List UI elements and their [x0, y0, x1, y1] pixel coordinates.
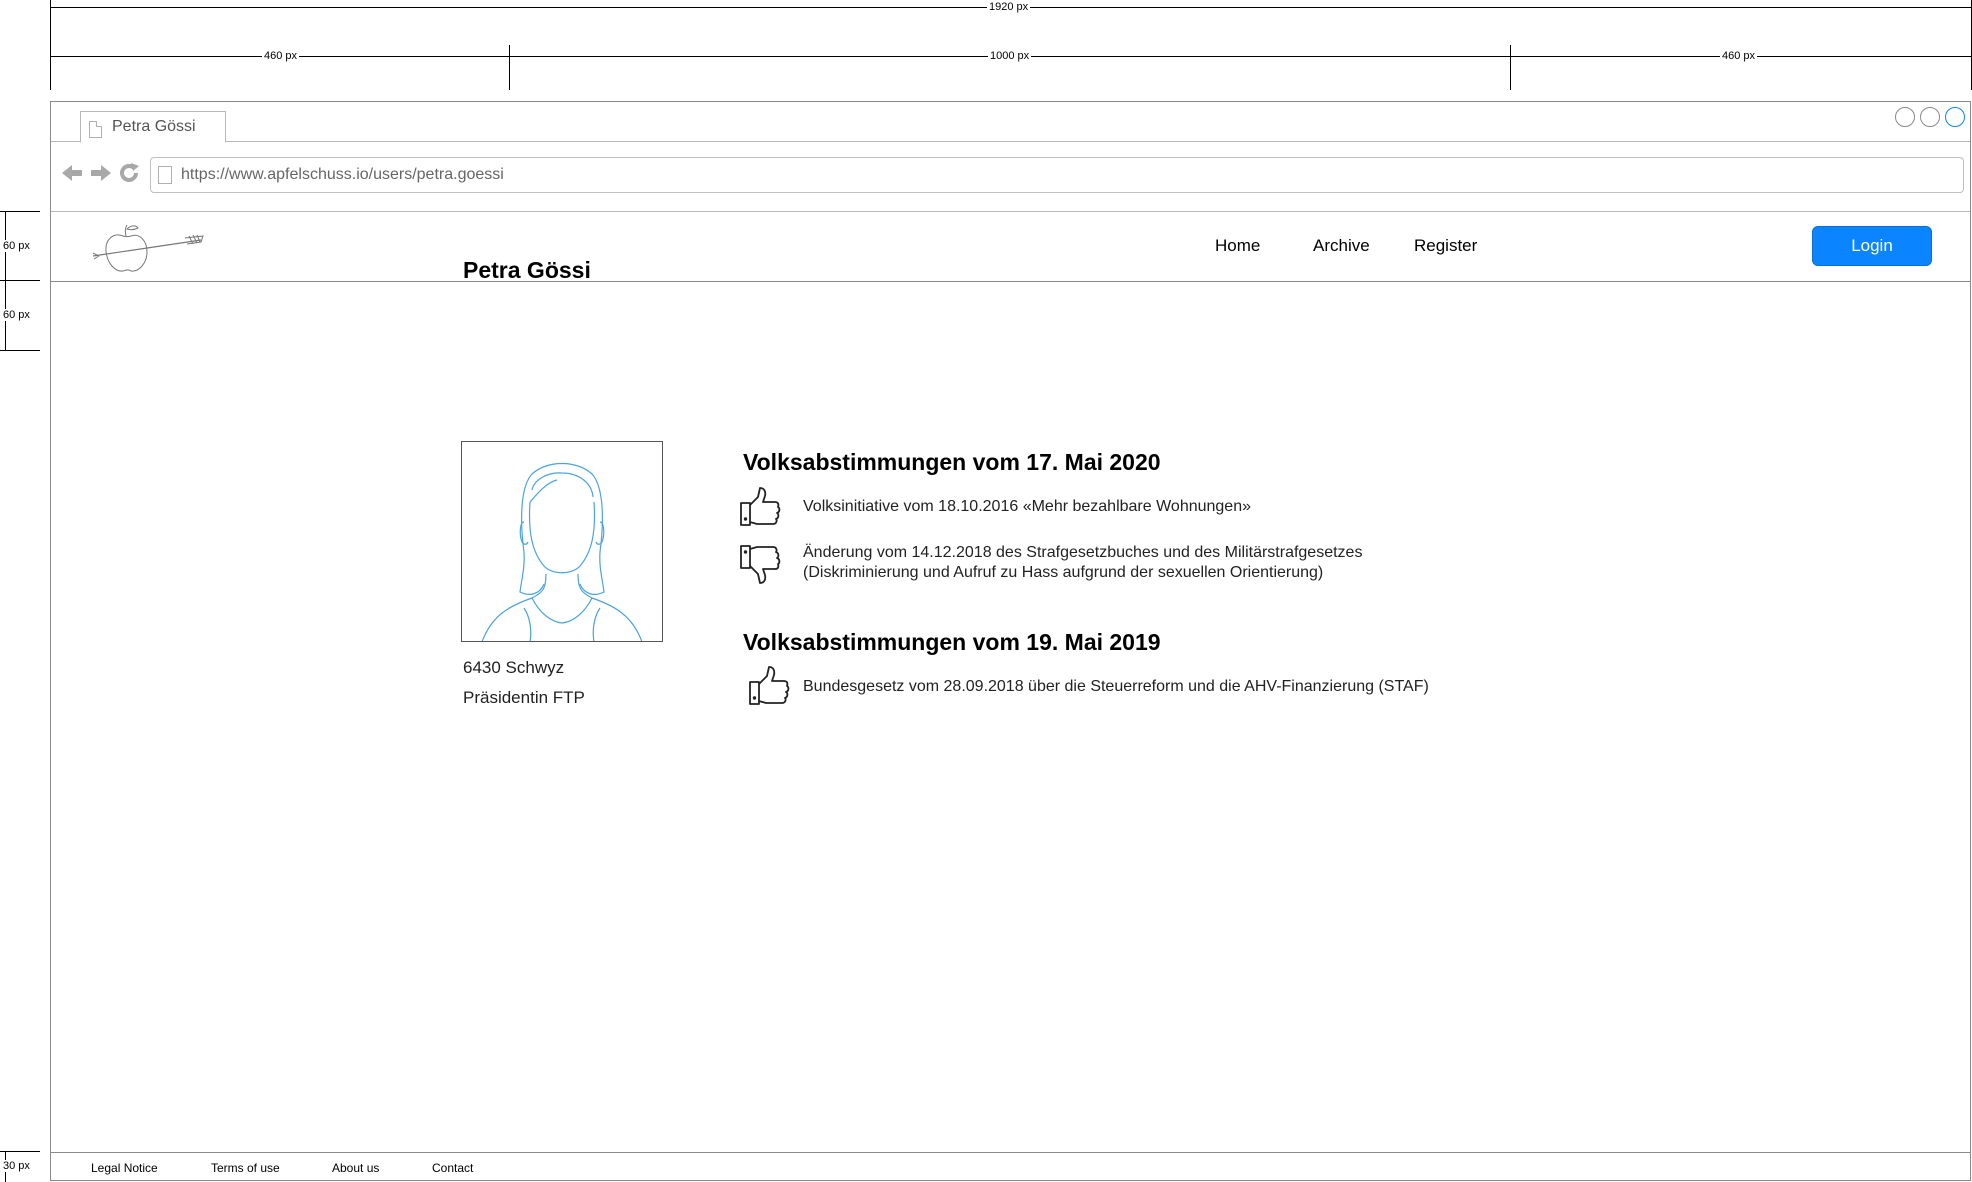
profile-role: Präsidentin FTP — [463, 688, 585, 707]
reload-icon[interactable] — [118, 162, 140, 184]
site-header: Home Archive Register Login — [51, 212, 1970, 282]
dim-content-width: 1000 px — [988, 50, 1032, 62]
url-text: https://www.apfelschuss.io/users/petra.g… — [181, 166, 504, 183]
apple-arrow-logo-icon[interactable] — [89, 220, 209, 276]
url-input[interactable]: https://www.apfelschuss.io/users/petra.g… — [150, 157, 1964, 193]
back-arrow-icon[interactable] — [61, 162, 83, 184]
forward-arrow-icon[interactable] — [90, 162, 112, 184]
profile-location: 6430 Schwyz — [463, 658, 565, 677]
vote-item-text-line: (Diskriminierung und Aufruf zu Hass aufg… — [803, 564, 1324, 581]
footer-link-contact[interactable]: Contact — [432, 1161, 473, 1175]
nav-home[interactable]: Home — [1215, 236, 1260, 256]
vote-item-text: Volksinitiative vom 18.10.2016 «Mehr bez… — [803, 498, 1251, 515]
footer-link-terms-of-use[interactable]: Terms of use — [211, 1161, 280, 1175]
browser-tab[interactable]: Petra Gössi — [80, 111, 226, 143]
login-button[interactable]: Login — [1812, 226, 1932, 266]
window-maximize-button[interactable] — [1920, 107, 1940, 127]
dim-left-margin: 460 px — [262, 50, 300, 62]
dim-spacer-height: 60 px — [1, 309, 32, 321]
vote-item-text-line: Änderung vom 14.12.2018 des Strafgesetzb… — [803, 544, 1363, 561]
footer-link-legal-notice[interactable]: Legal Notice — [91, 1161, 158, 1175]
vote-item-text: Bundesgesetz vom 28.09.2018 über die Ste… — [803, 678, 1429, 695]
nav-register[interactable]: Register — [1414, 236, 1477, 256]
dim-header-height: 60 px — [1, 240, 32, 252]
page-icon — [89, 121, 102, 138]
thumbs-down-icon — [740, 545, 781, 584]
dim-footer-height: 30 px — [1, 1160, 32, 1172]
profile-avatar — [461, 441, 663, 642]
address-bar: https://www.apfelschuss.io/users/petra.g… — [51, 142, 1970, 212]
page-icon — [158, 166, 172, 184]
tab-title: Petra Gössi — [112, 118, 196, 135]
window-minimize-button[interactable] — [1895, 107, 1915, 127]
avatar-placeholder-icon — [481, 463, 643, 641]
vote-section-heading: Volksabstimmungen vom 17. Mai 2020 — [743, 449, 1161, 475]
footer-link-about-us[interactable]: About us — [332, 1161, 379, 1175]
site-footer: Legal Notice Terms of use About us Conta… — [51, 1152, 1970, 1182]
vote-item-text: Änderung vom 14.12.2018 des Strafgesetzb… — [803, 543, 1362, 583]
page-title: Petra Gössi — [463, 257, 591, 283]
thumbs-up-icon — [740, 487, 781, 526]
dim-right-margin: 460 px — [1720, 50, 1758, 62]
window-close-button[interactable] — [1945, 107, 1965, 127]
dim-total-width: 1920 px — [987, 1, 1031, 13]
thumbs-up-icon — [749, 666, 790, 705]
nav-archive[interactable]: Archive — [1313, 236, 1370, 256]
browser-window: Petra Gössi https://www.apfelschuss.io/u… — [50, 101, 1971, 1181]
tab-bar: Petra Gössi — [51, 102, 1970, 143]
vote-section-heading: Volksabstimmungen vom 19. Mai 2019 — [743, 629, 1161, 655]
